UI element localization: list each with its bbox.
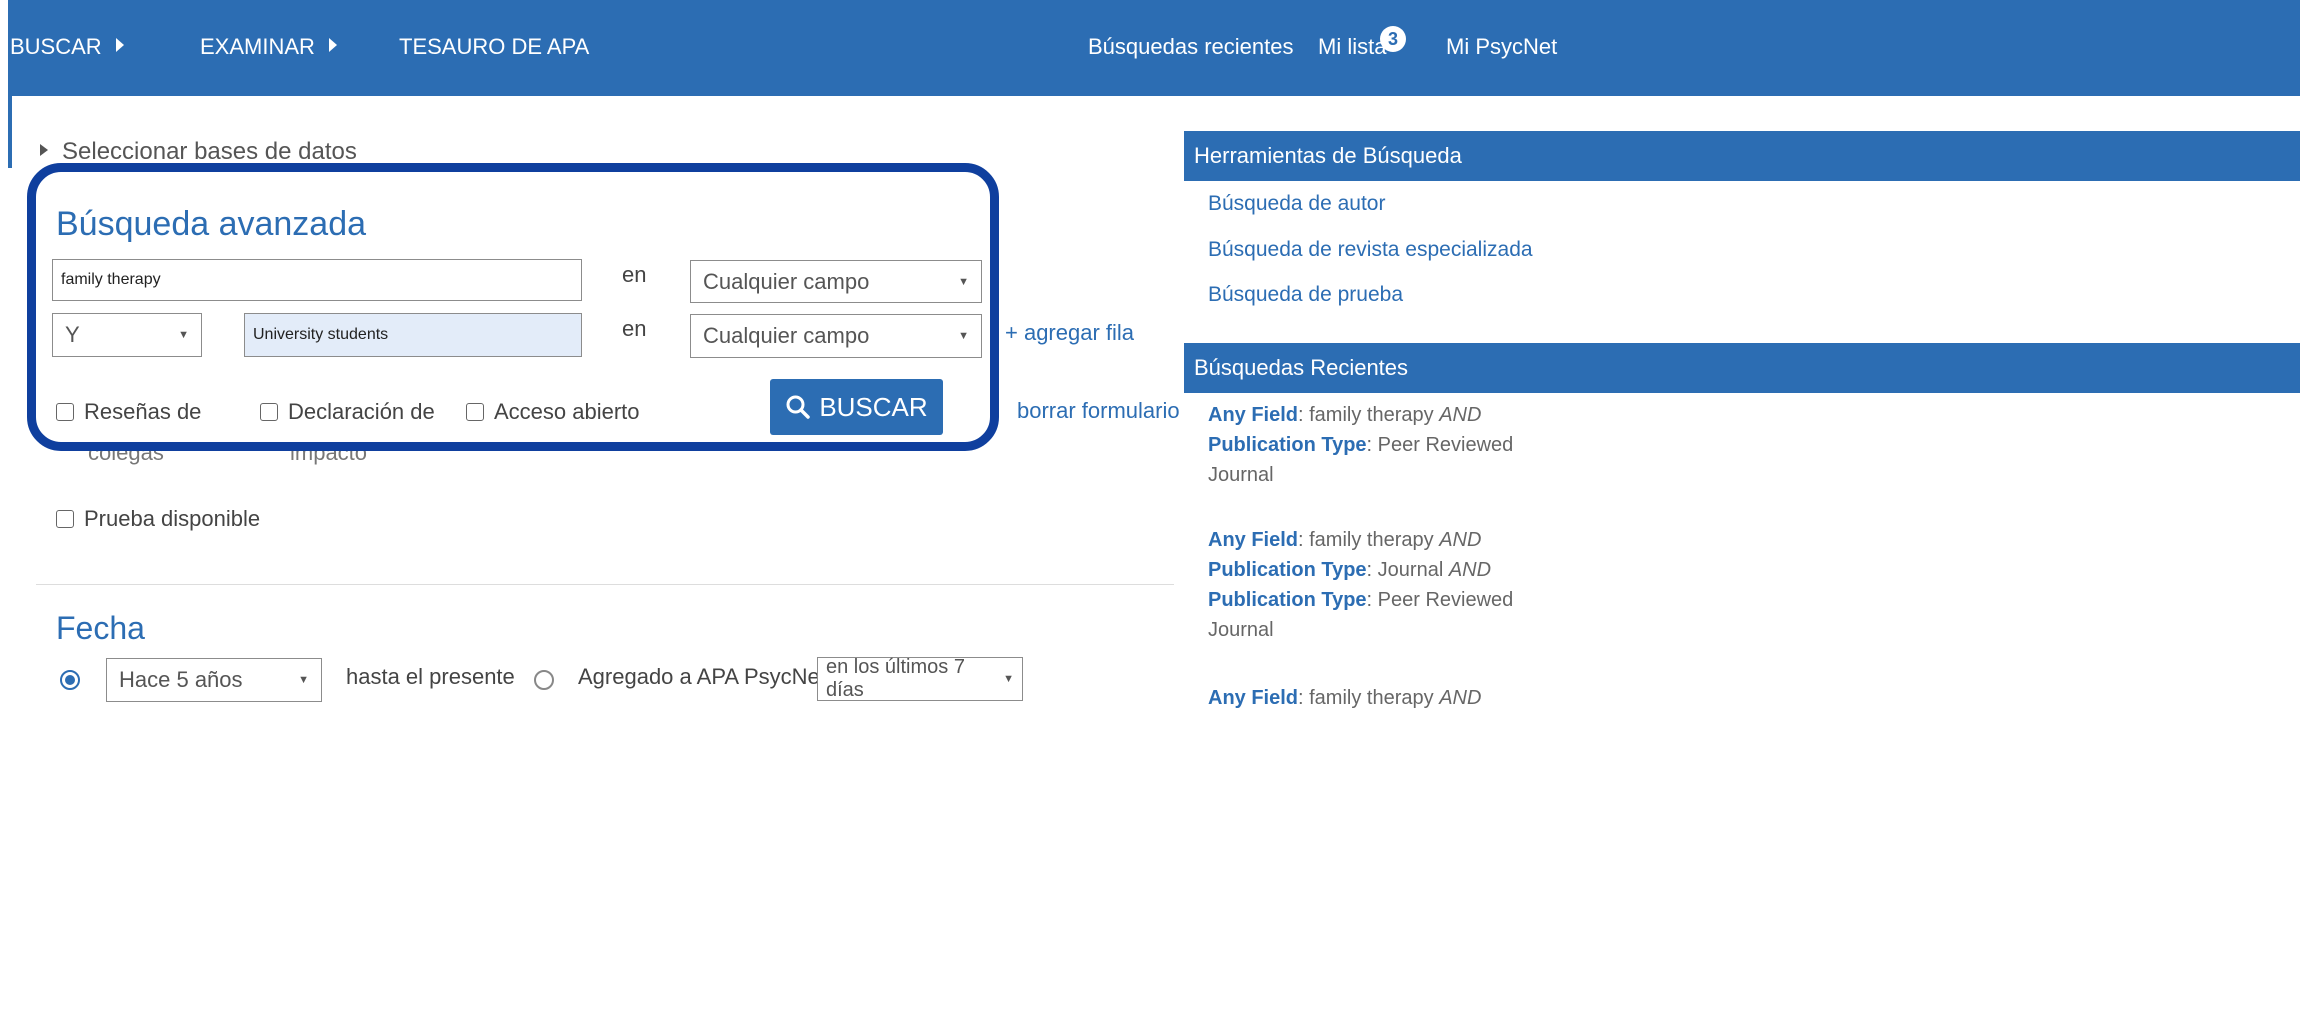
field-name: Publication Type — [1208, 589, 1367, 611]
test-search-link[interactable]: Búsqueda de prueba — [1208, 283, 1403, 307]
field-select-1[interactable]: Cualquier campo ▼ — [690, 260, 982, 303]
boolean-operator: AND — [1439, 404, 1482, 426]
select-databases-label: Seleccionar bases de datos — [62, 138, 357, 165]
peer-reviewed-label: Reseñas de — [84, 399, 202, 424]
checkbox-box — [466, 403, 484, 421]
field-select-2[interactable]: Cualquier campo ▼ — [690, 314, 982, 358]
nav-my-list[interactable]: Mi lista — [1318, 34, 1386, 60]
open-access-checkbox[interactable]: Acceso abierto — [466, 399, 640, 425]
years-ago-select[interactable]: Hace 5 años ▼ — [106, 658, 322, 702]
recent-search-item-3[interactable]: Any Field: family therapy AND — [1208, 683, 1538, 713]
left-accent-bar — [8, 96, 12, 168]
caret-right-icon — [115, 38, 124, 52]
author-search-link[interactable]: Búsqueda de autor — [1208, 192, 1385, 216]
added-to-apa-radio[interactable] — [534, 670, 554, 690]
field-name: Publication Type — [1208, 434, 1367, 456]
journal-search-link[interactable]: Búsqueda de revista especializada — [1208, 238, 1533, 262]
field-value: : family therapy — [1298, 529, 1440, 551]
my-list-count-badge: 3 — [1380, 26, 1406, 52]
checkbox-box — [260, 403, 278, 421]
search-term-input-2[interactable]: University students — [244, 313, 582, 357]
date-range-radio[interactable] — [60, 670, 80, 690]
boolean-operator: AND — [1439, 687, 1482, 709]
clear-form-link[interactable]: borrar formulario — [1017, 398, 1180, 424]
recent-search-item-2[interactable]: Any Field: family therapy AND Publicatio… — [1208, 525, 1538, 645]
search-button-label: BUSCAR — [819, 391, 928, 422]
peer-reviewed-checkbox[interactable]: Reseñas de — [56, 399, 201, 425]
date-section-title: Fecha — [56, 610, 145, 646]
caret-right-icon — [328, 38, 337, 52]
select-databases-toggle[interactable]: Seleccionar bases de datos — [40, 138, 357, 166]
advanced-search-title: Búsqueda avanzada — [56, 205, 367, 243]
nav-tesauro[interactable]: TESAURO DE APA — [399, 34, 589, 60]
boolean-operator: AND — [1439, 529, 1482, 551]
nav-my-psycnet[interactable]: Mi PsycNet — [1446, 34, 1557, 60]
search-tools-header: Herramientas de Búsqueda — [1184, 131, 2300, 181]
nav-examinar[interactable]: EXAMINAR — [200, 34, 337, 60]
until-present-label: hasta el presente — [346, 664, 515, 689]
test-available-label: Prueba disponible — [84, 506, 261, 531]
field-name: Any Field — [1208, 687, 1299, 709]
chevron-down-icon: ▼ — [178, 329, 189, 341]
boolean-operator-value: Y — [65, 322, 80, 347]
in-label-1: en — [622, 262, 647, 287]
nav-recent-searches[interactable]: Búsquedas recientes — [1088, 34, 1293, 60]
nav-buscar[interactable]: BUSCAR — [10, 34, 124, 60]
checkbox-box — [56, 510, 74, 528]
checkbox-box — [56, 403, 74, 421]
test-available-checkbox[interactable]: Prueba disponible — [56, 506, 260, 532]
chevron-down-icon: ▼ — [958, 275, 969, 288]
added-period-value: en los últimos 7 días — [826, 656, 965, 701]
search-icon — [786, 395, 811, 419]
in-label-2: en — [622, 316, 647, 341]
recent-search-item-1[interactable]: Any Field: family therapy AND Publicatio… — [1208, 400, 1538, 490]
search-term-input-1[interactable]: family therapy — [52, 259, 582, 301]
nav-buscar-label: BUSCAR — [10, 34, 102, 59]
impact-statement-label: Declaración de — [288, 399, 435, 424]
field-select-2-value: Cualquier campo — [703, 323, 870, 348]
chevron-down-icon: ▼ — [958, 330, 969, 342]
boolean-operator-select[interactable]: Y ▼ — [52, 313, 202, 357]
add-row-link[interactable]: + agregar fila — [1005, 320, 1134, 346]
search-button[interactable]: BUSCAR — [770, 379, 943, 435]
added-to-apa-label: Agregado a APA PsycNet — [578, 664, 826, 689]
caret-right-icon — [40, 144, 48, 156]
section-divider — [36, 584, 1174, 585]
chevron-down-icon: ▼ — [298, 674, 309, 686]
nav-examinar-label: EXAMINAR — [200, 34, 315, 59]
chevron-down-icon: ▼ — [1003, 673, 1014, 685]
recent-searches-header: Búsquedas Recientes — [1184, 343, 2300, 393]
field-value: : family therapy — [1298, 687, 1440, 709]
added-period-select[interactable]: en los últimos 7 días ▼ — [817, 656, 1023, 701]
field-value: : Journal — [1366, 559, 1449, 581]
years-ago-value: Hace 5 años — [119, 667, 243, 692]
field-name: Any Field — [1208, 404, 1299, 426]
field-value: : family therapy — [1298, 404, 1440, 426]
impact-statement-label-line2: impacto — [290, 440, 368, 465]
impact-statement-checkbox[interactable]: Declaración de — [260, 399, 435, 425]
boolean-operator: AND — [1448, 559, 1492, 581]
peer-reviewed-label-line2: colegas — [88, 440, 164, 465]
open-access-label: Acceso abierto — [494, 399, 640, 424]
field-name: Publication Type — [1208, 559, 1367, 581]
field-select-1-value: Cualquier campo — [703, 268, 870, 294]
field-name: Any Field — [1208, 529, 1299, 551]
